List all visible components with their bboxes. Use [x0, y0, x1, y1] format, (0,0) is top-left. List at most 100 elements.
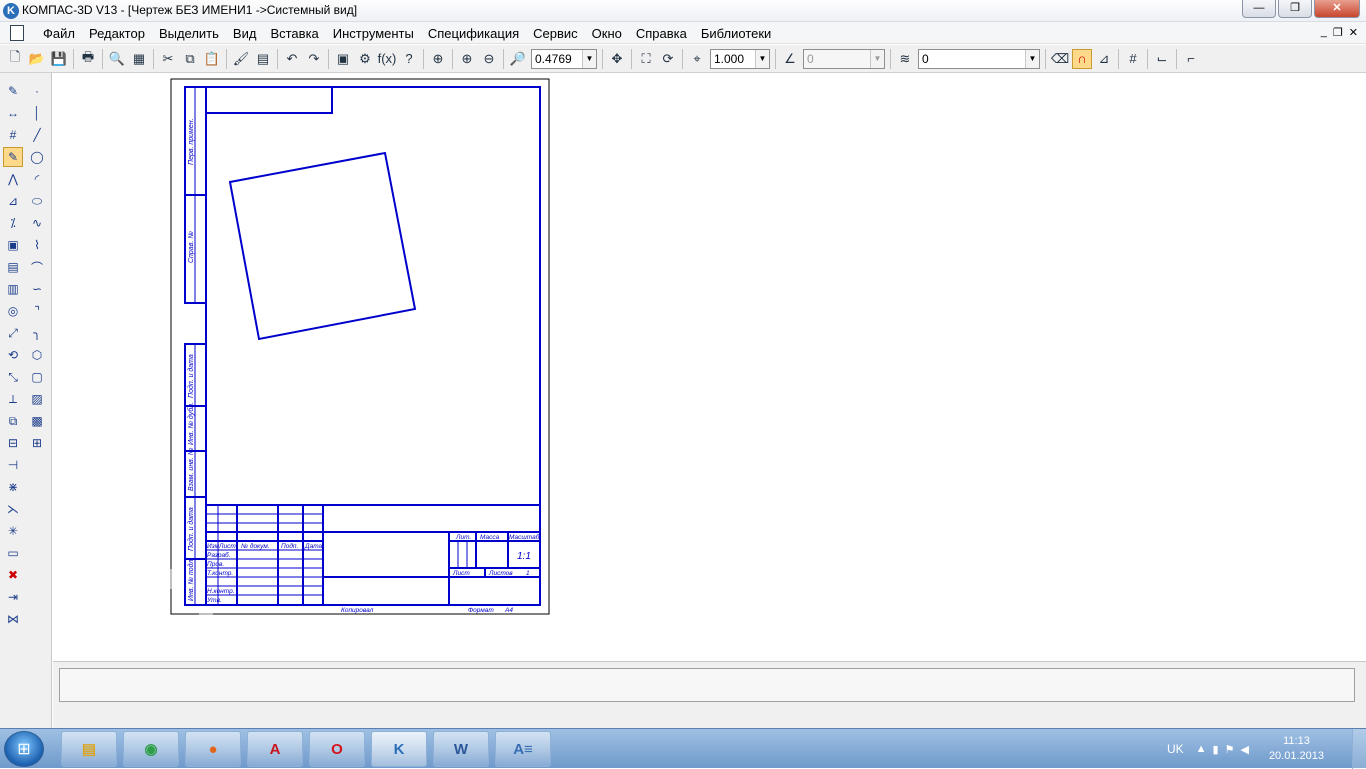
insert-icon[interactable]: ◎	[3, 301, 23, 321]
symmetry-icon[interactable]: ⟂	[3, 389, 23, 409]
taskbar-firefox-icon[interactable]: ●	[185, 731, 241, 767]
library-manager-icon[interactable]: ⚙	[355, 49, 375, 69]
transform-scale-icon[interactable]: ⤡	[3, 367, 23, 387]
curve-icon[interactable]: ⌒	[27, 257, 47, 277]
edit-category-icon[interactable]: ✎	[3, 147, 23, 167]
taskbar-acrobat-icon[interactable]: A	[247, 731, 303, 767]
open-folder-icon[interactable]: 📂	[27, 49, 47, 69]
arc-icon[interactable]: ◜	[27, 169, 47, 189]
point-icon[interactable]: ·	[27, 81, 47, 101]
taskbar-word-icon[interactable]: W	[433, 731, 489, 767]
polyline-icon[interactable]: ⌇	[27, 235, 47, 255]
collect-icon[interactable]: ⇥	[3, 587, 23, 607]
polygon-icon[interactable]: ⬡	[27, 345, 47, 365]
menu-insert[interactable]: Вставка	[263, 26, 325, 41]
menu-select[interactable]: Выделить	[152, 26, 226, 41]
taskbar-opera-icon[interactable]: O	[309, 731, 365, 767]
chevron-down-icon[interactable]: ▼	[582, 49, 596, 68]
parametrization-category-icon[interactable]: ⋀	[3, 169, 23, 189]
properties-bar[interactable]	[59, 668, 1355, 702]
explode-icon[interactable]: ✳	[3, 521, 23, 541]
copy-icon[interactable]: ⧉	[3, 411, 23, 431]
properties-icon[interactable]: ▤	[253, 49, 273, 69]
dimensions-category-icon[interactable]: ↔	[3, 103, 23, 123]
fill-icon[interactable]: ▩	[27, 411, 47, 431]
reports-icon[interactable]: ▥	[3, 279, 23, 299]
taskbar-chrome-icon[interactable]: ◉	[123, 731, 179, 767]
zoom-out-icon[interactable]: ⊖	[479, 49, 499, 69]
zoom-scale-icon[interactable]: 🔎	[508, 49, 528, 69]
menu-libraries[interactable]: Библиотеки	[694, 26, 778, 41]
hatch-icon[interactable]: ▨	[27, 389, 47, 409]
document-icon[interactable]	[10, 25, 24, 41]
new-document-icon[interactable]: 🗋	[5, 49, 25, 69]
show-desktop-button[interactable]	[1352, 729, 1366, 769]
doc-minimize-button[interactable]: _	[1321, 26, 1327, 39]
doc-restore-button[interactable]: ❐	[1333, 26, 1343, 39]
menu-specification[interactable]: Спецификация	[421, 26, 526, 41]
macro-icon[interactable]: ⊞	[27, 433, 47, 453]
taskbar-kompas-icon[interactable]: K	[371, 731, 427, 767]
round-line-icon[interactable]: ⌐	[1181, 49, 1201, 69]
redo-icon[interactable]: ↷	[304, 49, 324, 69]
network-icon[interactable]: ▮	[1213, 743, 1219, 756]
menu-editor[interactable]: Редактор	[82, 26, 152, 41]
transform-rotate-icon[interactable]: ⟲	[3, 345, 23, 365]
print-preview-icon[interactable]: 🔍	[107, 49, 127, 69]
spline-icon[interactable]: ∿	[27, 213, 47, 233]
close-button[interactable]: ✕	[1314, 0, 1360, 18]
chevron-down-icon[interactable]: ▼	[1025, 49, 1039, 68]
action-center-icon[interactable]: ⚑	[1225, 743, 1235, 756]
orthogonal-icon[interactable]: ⊿	[1094, 49, 1114, 69]
taskbar-notepad-icon[interactable]: A≡	[495, 731, 551, 767]
associative-views-icon[interactable]: ▣	[3, 235, 23, 255]
maximize-button[interactable]: ❐	[1278, 0, 1312, 18]
drawing-canvas[interactable]: Перв. примен. Справ. № Подп. и дата Инв.…	[53, 73, 1366, 661]
grid-icon[interactable]: #	[1123, 49, 1143, 69]
show-all-icon[interactable]: ⛶	[636, 49, 656, 69]
pan-icon[interactable]: ✥	[607, 49, 627, 69]
auxiliary-line-icon[interactable]: │	[27, 103, 47, 123]
menu-view[interactable]: Вид	[226, 26, 264, 41]
trim-icon[interactable]: ⊣	[3, 455, 23, 475]
symbols-category-icon[interactable]: #	[3, 125, 23, 145]
paste-icon[interactable]: 📋	[202, 49, 222, 69]
copy-properties-icon[interactable]: 🖌	[231, 49, 251, 69]
cut-icon[interactable]: ✂	[158, 49, 178, 69]
layers-icon[interactable]: ≋	[895, 49, 915, 69]
fillet-icon[interactable]: ╮	[27, 323, 47, 343]
rectangle-icon[interactable]: ▢	[27, 367, 47, 387]
variables-icon[interactable]: f(x)	[377, 49, 397, 69]
snap-magnet-icon[interactable]: ∩	[1072, 48, 1092, 69]
chevron-down-icon[interactable]: ▼	[755, 49, 769, 68]
save-icon[interactable]: 💾	[49, 49, 69, 69]
manager-icon[interactable]: ▣	[333, 49, 353, 69]
document-manager-icon[interactable]: ▦	[129, 49, 149, 69]
zoom-combo[interactable]: 0.4769 ▼	[531, 48, 597, 69]
undo-icon[interactable]: ↶	[282, 49, 302, 69]
step-combo[interactable]: 1.000 ▼	[710, 48, 770, 69]
help-cursor-icon[interactable]: ?	[399, 49, 419, 69]
menu-window[interactable]: Окно	[585, 26, 629, 41]
delete-icon[interactable]: ✖	[3, 565, 23, 585]
local-cs-icon[interactable]: ⌙	[1152, 49, 1172, 69]
refresh-icon[interactable]: ⟳	[658, 49, 678, 69]
circle-icon[interactable]: ◯	[27, 147, 47, 167]
segment-icon[interactable]: ╱	[27, 125, 47, 145]
cross-icon[interactable]: ⋈	[3, 609, 23, 629]
copy-icon[interactable]: ⧉	[180, 49, 200, 69]
menu-file[interactable]: Файл	[36, 26, 82, 41]
minimize-button[interactable]: —	[1242, 0, 1276, 18]
clock[interactable]: 11:13 20.01.2013	[1269, 734, 1324, 764]
print-icon[interactable]: 🖶	[78, 49, 98, 69]
volume-icon[interactable]: ◀	[1240, 743, 1248, 756]
bezier-icon[interactable]: ∽	[27, 279, 47, 299]
zoom-window-icon[interactable]: ⊕	[428, 49, 448, 69]
eraser-icon[interactable]: ⌫	[1050, 49, 1070, 69]
taskbar-explorer-icon[interactable]: ▤	[61, 731, 117, 767]
aligned-icon[interactable]: ▭	[3, 543, 23, 563]
chamfer-icon[interactable]: ⌝	[27, 301, 47, 321]
deform-icon[interactable]: ⊟	[3, 433, 23, 453]
geometry-category-icon[interactable]: ✎	[3, 81, 23, 101]
angle-icon[interactable]: ∠	[780, 49, 800, 69]
